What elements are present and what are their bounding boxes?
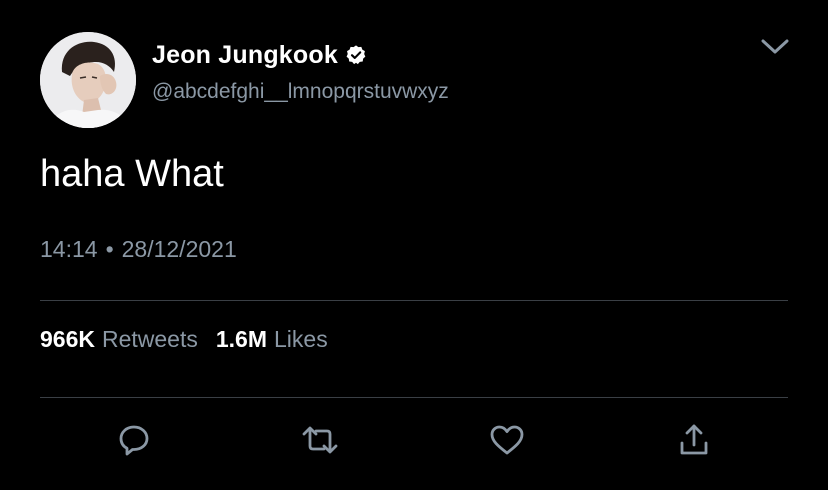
divider: [40, 397, 788, 398]
tweet-date: 28/12/2021: [121, 236, 237, 262]
retweets-count: 966K: [40, 326, 95, 352]
tweet-actions: [0, 420, 828, 464]
verified-badge-icon: [345, 44, 367, 66]
tweet-time: 14:14: [40, 236, 98, 262]
tweet-card: Jeon Jungkook @abcdefghi__lmnopqrstuvwxy…: [0, 0, 828, 490]
divider: [40, 300, 788, 301]
engagement-stats: 966K Retweets 1.6M Likes: [40, 326, 328, 353]
share-button[interactable]: [672, 420, 716, 464]
chevron-down-icon[interactable]: [758, 34, 792, 60]
reply-button[interactable]: [112, 420, 156, 464]
like-button[interactable]: [485, 420, 529, 464]
display-name-row: Jeon Jungkook: [152, 38, 367, 72]
heart-icon: [488, 422, 526, 463]
likes-stat[interactable]: 1.6M Likes: [216, 326, 328, 353]
tweet-text: haha What: [40, 153, 224, 195]
retweets-label: Retweets: [101, 326, 198, 352]
avatar[interactable]: [40, 32, 136, 128]
reply-icon: [116, 422, 152, 463]
share-icon: [676, 422, 712, 463]
retweets-stat[interactable]: 966K Retweets: [40, 326, 198, 353]
timestamp-separator: •: [105, 236, 114, 262]
user-handle[interactable]: @abcdefghi__lmnopqrstuvwxyz: [152, 80, 449, 104]
retweet-button[interactable]: [298, 420, 342, 464]
tweet-timestamp[interactable]: 14:14 • 28/12/2021: [40, 236, 237, 263]
likes-count: 1.6M: [215, 326, 267, 352]
avatar-image: [40, 32, 136, 128]
display-name[interactable]: Jeon Jungkook: [152, 41, 338, 70]
likes-label: Likes: [274, 326, 328, 352]
retweet-icon: [300, 422, 340, 463]
